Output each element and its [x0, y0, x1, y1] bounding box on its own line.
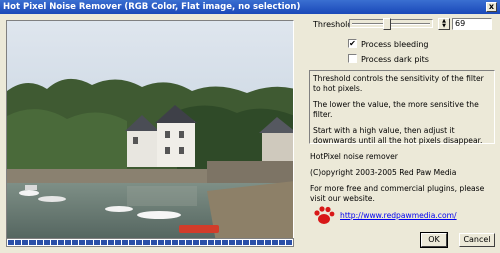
process-dark-pits-checkbox[interactable] — [348, 54, 357, 63]
about-section: HotPixel noise remover (C)opyright 2003-… — [310, 152, 496, 210]
threshold-slider-thumb[interactable] — [383, 18, 391, 30]
ok-button[interactable]: OK — [420, 232, 448, 248]
help-text-box: Threshold controls the sensitivity of th… — [309, 70, 495, 145]
check-icon: ✔ — [349, 39, 356, 48]
preview-photo — [7, 21, 293, 246]
process-dark-pits-label: Process dark pits — [361, 55, 429, 64]
threshold-value-input[interactable]: 69 — [452, 18, 492, 30]
dialog-body: Threshold ▲ ▼ 69 ✔ Process bleeding Proce… — [0, 14, 500, 253]
website-link[interactable]: http://www.redpawmedia.com/ — [340, 211, 457, 220]
threshold-spin-button[interactable]: ▲ ▼ — [438, 18, 450, 30]
cancel-button[interactable]: Cancel — [459, 233, 495, 247]
close-button[interactable]: x — [486, 2, 497, 12]
help-line-1: Threshold controls the sensitivity of th… — [313, 74, 484, 93]
window-title: Hot Pixel Noise Remover (RGB Color, Flat… — [3, 2, 301, 12]
threshold-slider[interactable] — [349, 18, 433, 30]
process-bleeding-checkbox[interactable]: ✔ — [348, 39, 357, 48]
progress-bar — [6, 238, 294, 247]
window-titlebar: Hot Pixel Noise Remover (RGB Color, Flat… — [0, 0, 500, 14]
image-preview[interactable] — [6, 20, 294, 247]
threshold-label: Threshold — [313, 20, 353, 29]
plugin-name: HotPixel noise remover — [310, 152, 398, 161]
more-plugins-text: For more free and commercial plugins, pl… — [310, 184, 485, 203]
red-paw-icon — [314, 206, 335, 224]
help-line-3: Start with a high value, then adjust it … — [313, 126, 483, 145]
copyright-text: (C)opyright 2003-2005 Red Paw Media — [310, 168, 457, 177]
help-line-2: The lower the value, the more sensitive … — [313, 100, 479, 119]
process-bleeding-label: Process bleeding — [361, 40, 429, 49]
